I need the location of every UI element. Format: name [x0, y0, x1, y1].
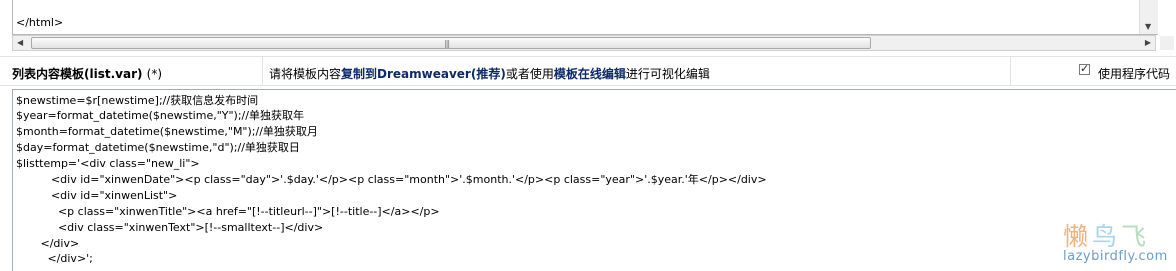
template-label: 列表内容模板(list.var) (*) — [12, 67, 163, 81]
checkmark-icon: ✓ — [1080, 62, 1090, 75]
code-line: <p class="xinwenTitle"><a href="[!--titl… — [16, 205, 440, 218]
code-line: $listtemp='<div class="new_li"> — [16, 157, 200, 170]
arrow-left-icon[interactable]: ◀ — [17, 38, 23, 47]
grip-icon: ||| — [444, 39, 450, 48]
top-code-editor[interactable]: </html> ▼ — [12, 0, 1158, 35]
required-marker: (*) — [146, 67, 163, 81]
top-editor-vertical-scrollbar[interactable]: ▼ — [1139, 0, 1158, 34]
arrow-right-icon[interactable]: ▶ — [1145, 38, 1151, 47]
scrollbar-corner — [1160, 36, 1174, 50]
code-line: $year=format_datetime($newstime,"Y");//单… — [16, 109, 304, 122]
template-field-row: 列表内容模板(list.var) (*) 请将模板内容复制到Dreamweave… — [0, 56, 1176, 86]
template-label-cell: 列表内容模板(list.var) (*) — [0, 57, 263, 85]
use-code-label: 使用程序代码 — [1098, 67, 1171, 81]
code-line: $newstime=$r[newstime];//获取信息发布时间 — [16, 94, 259, 107]
template-instruction: 请将模板内容复制到Dreamweaver(推荐)或者使用模板在线编辑进行可视化编… — [269, 67, 710, 81]
code-line: </div> — [16, 237, 80, 250]
watermark-url: lazybirdfly.com — [1063, 249, 1168, 264]
template-instruction-cell: 请将模板内容复制到Dreamweaver(推荐)或者使用模板在线编辑进行可视化编… — [263, 57, 1011, 85]
watermark-glyphs: 懒鸟飞 — [1063, 222, 1151, 251]
top-editor-code-line: </html> — [16, 16, 64, 29]
copy-to-dreamweaver-link[interactable]: 复制到Dreamweaver(推荐) — [341, 67, 506, 81]
code-line: $month=format_datetime($newstime,"M");//… — [16, 125, 318, 138]
scrollbar-thumb[interactable]: ||| — [31, 37, 871, 49]
code-line: <div class="xinwenText">[!--smalltext--]… — [16, 221, 324, 234]
code-line: <div id="xinwenList"> — [16, 189, 178, 202]
list-template-code-editor[interactable]: $newstime=$r[newstime];//获取信息发布时间 $year=… — [12, 89, 1176, 271]
watermark-logo: 懒鸟飞 lazybirdfly.com — [1063, 217, 1173, 267]
arrow-down-icon[interactable]: ▼ — [1145, 22, 1151, 31]
code-line: </div>'; — [16, 252, 93, 265]
code-line: $day=format_datetime($newstime,"d");//单独… — [16, 141, 300, 154]
horizontal-scrollbar[interactable]: ◀ ||| ▶ — [12, 35, 1156, 51]
use-code-checkbox[interactable]: ✓ — [1079, 62, 1090, 75]
online-template-edit-link[interactable]: 模板在线编辑 — [554, 67, 626, 81]
code-line: <div id="xinwenDate"><p class="day">'.$d… — [16, 173, 767, 186]
